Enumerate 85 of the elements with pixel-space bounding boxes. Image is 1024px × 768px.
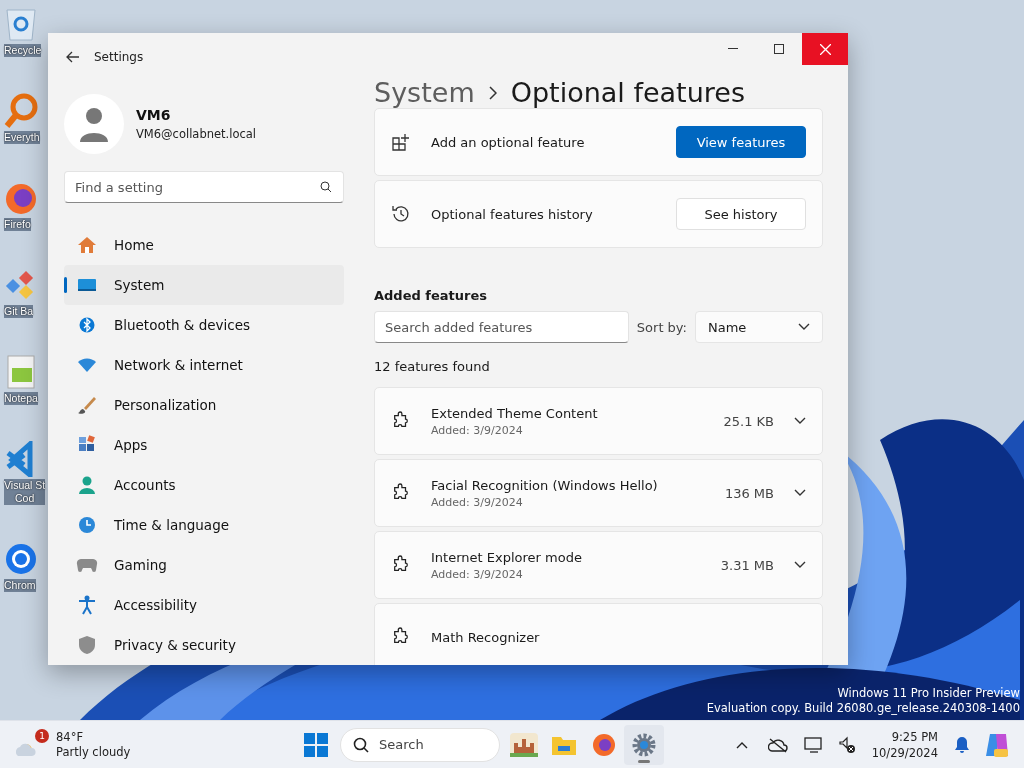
- edition-text: Windows 11 Pro Insider Preview: [837, 686, 1020, 701]
- nav-item[interactable]: Accessibility: [64, 585, 344, 625]
- search-icon: [320, 181, 332, 193]
- windows-logo-icon: [304, 732, 328, 757]
- nav-item[interactable]: Accounts: [64, 465, 344, 505]
- see-history-button[interactable]: See history: [676, 198, 806, 230]
- feature-name: Math Recognizer: [431, 629, 541, 645]
- clock-icon: [76, 515, 98, 535]
- magnifier-icon[interactable]: [4, 93, 38, 129]
- desktop-icon-label: Chrom: [4, 579, 36, 592]
- feature-date: Added: 3/9/2024: [431, 567, 524, 581]
- window-title: Settings: [94, 50, 144, 64]
- sort-dropdown[interactable]: Name: [695, 311, 823, 343]
- temperature: 84°F: [56, 729, 84, 745]
- chevron-down-icon: [794, 561, 806, 569]
- desktop-icon-label: Visual St Cod: [4, 479, 46, 505]
- feature-card[interactable]: Math Recognizer: [374, 603, 823, 665]
- maximize-icon: [774, 44, 784, 54]
- nav-item[interactable]: Network & internet: [64, 345, 344, 385]
- feature-name: Extended Theme Content: [431, 405, 599, 421]
- breadcrumb-link[interactable]: System: [374, 77, 475, 108]
- speaker-muted-icon[interactable]: [837, 735, 856, 754]
- feature-name: Facial Recognition (Windows Hello): [431, 477, 659, 493]
- close-icon: [819, 43, 831, 55]
- desktop-icon-label: Notepa: [4, 392, 38, 405]
- monitor-icon[interactable]: [803, 735, 824, 754]
- feature-card[interactable]: Internet Explorer mode Added: 3/9/2024 3.31 MB: [374, 531, 823, 599]
- feature-card[interactable]: Facial Recognition (Windows Hello) Added: 3/9/2024 136 MB: [374, 459, 823, 527]
- notification-badge: 1: [35, 728, 49, 743]
- chevron-right-icon: [488, 85, 497, 100]
- desktop-icon-label: Everyth: [4, 131, 40, 144]
- taskbar-search[interactable]: Search: [340, 727, 500, 762]
- search-icon: [353, 736, 369, 753]
- search-field[interactable]: Search added features: [374, 311, 629, 343]
- action-label: Optional features history: [431, 206, 594, 222]
- feature-size: 3.31 MB: [720, 557, 774, 573]
- nav-item[interactable]: System: [64, 265, 344, 305]
- action-label: Add an optional feature: [431, 134, 586, 150]
- page-title: Optional features: [510, 77, 745, 108]
- user-name: VM6: [136, 107, 172, 123]
- user-email: VM6@collabnet.local: [136, 127, 257, 141]
- chevron-down-icon: [794, 417, 806, 425]
- feature-size: 25.1 KB: [723, 413, 774, 429]
- desktop-icon-label: Firefo: [4, 218, 31, 231]
- person-icon: [76, 475, 98, 495]
- history-icon: [391, 204, 411, 224]
- nav-item[interactable]: Bluetooth & devices: [64, 305, 344, 345]
- feature-size: 136 MB: [724, 485, 774, 501]
- house-icon: [76, 235, 98, 255]
- feature-card[interactable]: Extended Theme Content Added: 3/9/2024 25.1 KB: [374, 387, 823, 455]
- feature-date: Added: 3/9/2024: [431, 423, 524, 437]
- gear-icon[interactable]: [624, 724, 664, 765]
- chevron-up-icon[interactable]: [735, 740, 748, 749]
- desktop-icon-label: Recycle: [4, 44, 42, 57]
- nav-item[interactable]: Time & language: [64, 505, 344, 545]
- nav-item[interactable]: Gaming: [64, 545, 344, 585]
- bell-icon[interactable]: [954, 735, 970, 754]
- nav-item[interactable]: Apps: [64, 425, 344, 465]
- view-features-button[interactable]: View features: [676, 126, 806, 158]
- sort-label: Sort by:: [636, 319, 687, 335]
- accessibility-icon: [76, 595, 98, 615]
- shield-icon: [76, 635, 98, 655]
- add-grid-icon: [391, 132, 411, 152]
- chevron-down-icon: [794, 489, 806, 497]
- feature-date: Added: 3/9/2024: [431, 495, 524, 509]
- search-field[interactable]: Find a setting: [64, 171, 344, 203]
- clock[interactable]: 9:25 PM 10/29/2024: [871, 728, 938, 761]
- minimize-icon: [728, 48, 738, 50]
- edition-text: Evaluation copy. Build 26080.ge_release.240308-1400: [706, 701, 1020, 716]
- back-arrow-icon[interactable]: [66, 51, 80, 63]
- nav-item[interactable]: Home: [64, 225, 344, 265]
- brush-icon: [76, 395, 98, 415]
- bin-icon[interactable]: [4, 6, 38, 42]
- weather-condition: Partly cloudy: [56, 744, 131, 760]
- result-count: 12 features found: [374, 359, 491, 374]
- wifi-icon: [76, 357, 98, 373]
- gamepad-icon: [76, 557, 98, 573]
- chevron-down-icon: [798, 323, 810, 331]
- nav-item[interactable]: Personalization: [64, 385, 344, 425]
- section-heading: Added features: [374, 288, 488, 303]
- feature-name: Internet Explorer mode: [431, 549, 583, 565]
- nav-item[interactable]: Privacy & security: [64, 625, 344, 665]
- desktop-icon-label: Git Ba: [4, 305, 34, 318]
- monitor-icon: [76, 277, 98, 293]
- cloud-off-icon[interactable]: [767, 736, 788, 753]
